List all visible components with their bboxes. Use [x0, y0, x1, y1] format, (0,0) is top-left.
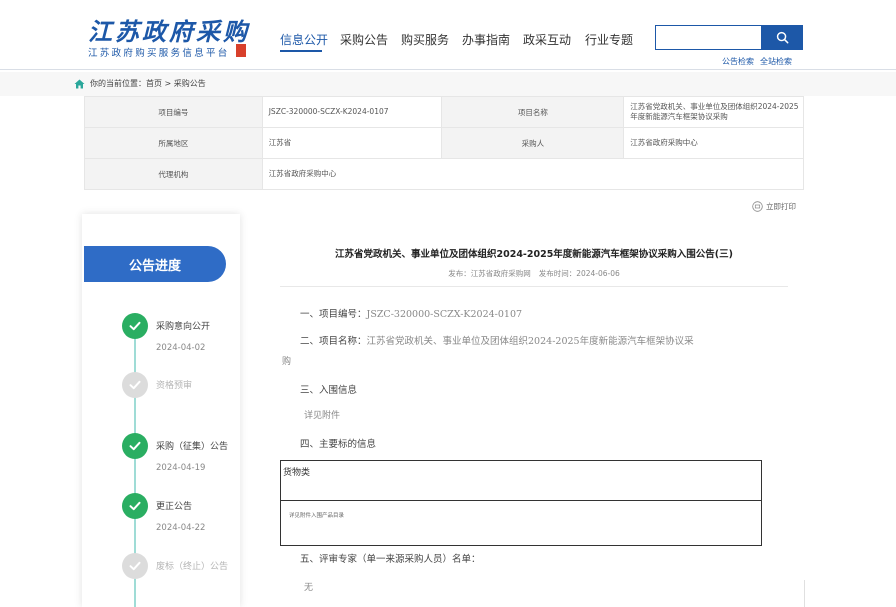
- logo-subtitle: 江苏政府购买服务信息平台: [88, 48, 230, 59]
- table-row: 代理机构 江苏省政府采购中心: [84, 158, 805, 190]
- step-date: 2024-04-22: [156, 523, 206, 533]
- announcement-meta: 发布：江苏省政府采购网 发布时间：2024-06-06: [264, 268, 804, 279]
- nav-item-procurement-notice[interactable]: 采购公告: [340, 31, 388, 48]
- announcement-search-link[interactable]: 公告检索: [722, 57, 754, 66]
- publish-time: 发布时间：2024-06-06: [538, 269, 620, 278]
- nav-item-guide[interactable]: 办事指南: [462, 31, 510, 48]
- announcement-title: 江苏省党政机关、事业单位及团体组织2024-2025年度新能源汽车框架协议采购入…: [334, 249, 733, 260]
- site-logo[interactable]: 江苏政府采购 江苏政府购买服务信息平台: [88, 12, 258, 62]
- project-name-value: 江苏省党政机关、事业单位及团体组织2024-2025年度新能源汽车框架协议采购: [623, 96, 804, 128]
- site-search-link[interactable]: 全站检索: [760, 57, 792, 66]
- check-circle-icon: [122, 493, 148, 519]
- project-name-continuation: 购: [282, 357, 292, 367]
- project-name-label: 项目名称: [441, 96, 625, 128]
- breadcrumb-prefix: 你的当前位置：: [90, 79, 146, 88]
- progress-sidebar: 公告进度 采购意向公开 2024-04-02 资格预审 采购（征集）公告 202…: [82, 214, 240, 607]
- nav-item-interaction[interactable]: 政采互动: [523, 31, 571, 48]
- step-label: 更正公告: [156, 502, 193, 512]
- agency-value: 江苏省政府采购中心: [261, 158, 805, 190]
- section-award-info: 三、入围信息: [300, 385, 358, 396]
- step-date: 2024-04-19: [156, 463, 206, 473]
- search-icon: [776, 31, 788, 44]
- table-row: 项目编号 JSZC-320000-SCZX-K2024-0107 项目名称 江苏…: [84, 96, 804, 128]
- nav-item-info-disclosure[interactable]: 信息公开: [280, 31, 328, 48]
- agency-label: 代理机构: [84, 158, 263, 190]
- nav-item-purchase-services[interactable]: 购买服务: [401, 31, 449, 48]
- purchaser-value: 江苏省政府采购中心: [623, 127, 804, 159]
- announcement-content: 江苏省党政机关、事业单位及团体组织2024-2025年度新能源汽车框架协议采购入…: [264, 214, 804, 607]
- section-label: 二、项目名称：: [300, 336, 367, 347]
- progress-title: 公告进度: [84, 246, 226, 282]
- site-header: 江苏政府采购 江苏政府购买服务信息平台 信息公开 采购公告 购买服务 办事指南 …: [0, 0, 896, 70]
- logo-seal-icon: [236, 44, 246, 57]
- section-review-experts: 五、评审专家（单一来源采购人员）名单：: [300, 554, 481, 565]
- page-edge: [804, 580, 814, 607]
- section-project-number: 一、项目编号：JSZC-320000-SCZX-K2024-0107: [300, 306, 522, 320]
- project-name-text: 江苏省党政机关、事业单位及团体组织2024-2025年度新能源汽车框架协议采: [366, 336, 694, 347]
- check-circle-icon: [122, 313, 148, 339]
- section-label: 一、项目编号：: [300, 309, 367, 320]
- project-info-table: 项目编号 JSZC-320000-SCZX-K2024-0107 项目名称 江苏…: [84, 96, 805, 190]
- project-number-value: JSZC-320000-SCZX-K2024-0107: [261, 96, 443, 128]
- step-label: 采购（征集）公告: [156, 442, 229, 452]
- print-icon: [752, 201, 763, 212]
- breadcrumb: 你的当前位置： 首页 > 采购公告: [74, 78, 206, 89]
- section-project-name: 二、项目名称：江苏省党政机关、事业单位及团体组织2024-2025年度新能源汽车…: [300, 333, 694, 347]
- logo-text: 江苏政府采购: [88, 17, 250, 46]
- step-date: 2024-04-02: [156, 343, 206, 353]
- section-main-items: 四、主要标的信息: [300, 439, 377, 450]
- pending-circle-icon: [122, 372, 148, 398]
- search-field[interactable]: [655, 25, 761, 50]
- region-label: 所属地区: [84, 127, 263, 159]
- table-row: 所属地区 江苏省 采购人 江苏省政府采购中心: [84, 127, 804, 159]
- step-label: 废标（终止）公告: [156, 562, 229, 572]
- project-number-label: 项目编号: [84, 96, 263, 128]
- purchaser-label: 采购人: [441, 127, 625, 159]
- check-circle-icon: [122, 433, 148, 459]
- nav-item-industry-topics[interactable]: 行业专题: [585, 31, 633, 48]
- nav-active-indicator: [280, 50, 322, 52]
- lot-body: 详见附件入围产品目录: [289, 513, 345, 519]
- print-button[interactable]: 立即打印: [752, 201, 796, 212]
- lot-header: 货物类: [281, 461, 761, 501]
- search-button[interactable]: [761, 25, 803, 50]
- main-items-table: 货物类 详见附件入围产品目录: [280, 460, 762, 546]
- project-number-text: JSZC-320000-SCZX-K2024-0107: [366, 309, 523, 320]
- breadcrumb-path[interactable]: 首页 > 采购公告: [146, 78, 206, 89]
- review-experts-body: 无: [304, 583, 314, 593]
- search-input[interactable]: [656, 26, 761, 50]
- region-value: 江苏省: [261, 127, 443, 159]
- step-label: 采购意向公开: [156, 322, 211, 332]
- home-icon[interactable]: [74, 79, 85, 89]
- search-links: 公告检索 全站检索: [722, 56, 798, 67]
- pending-circle-icon: [122, 553, 148, 579]
- award-info-body: 详见附件: [304, 411, 341, 421]
- step-label: 资格预审: [156, 381, 193, 391]
- divider: [280, 286, 788, 287]
- print-label: 立即打印: [766, 202, 796, 211]
- publisher: 发布：江苏省政府采购网: [448, 269, 531, 278]
